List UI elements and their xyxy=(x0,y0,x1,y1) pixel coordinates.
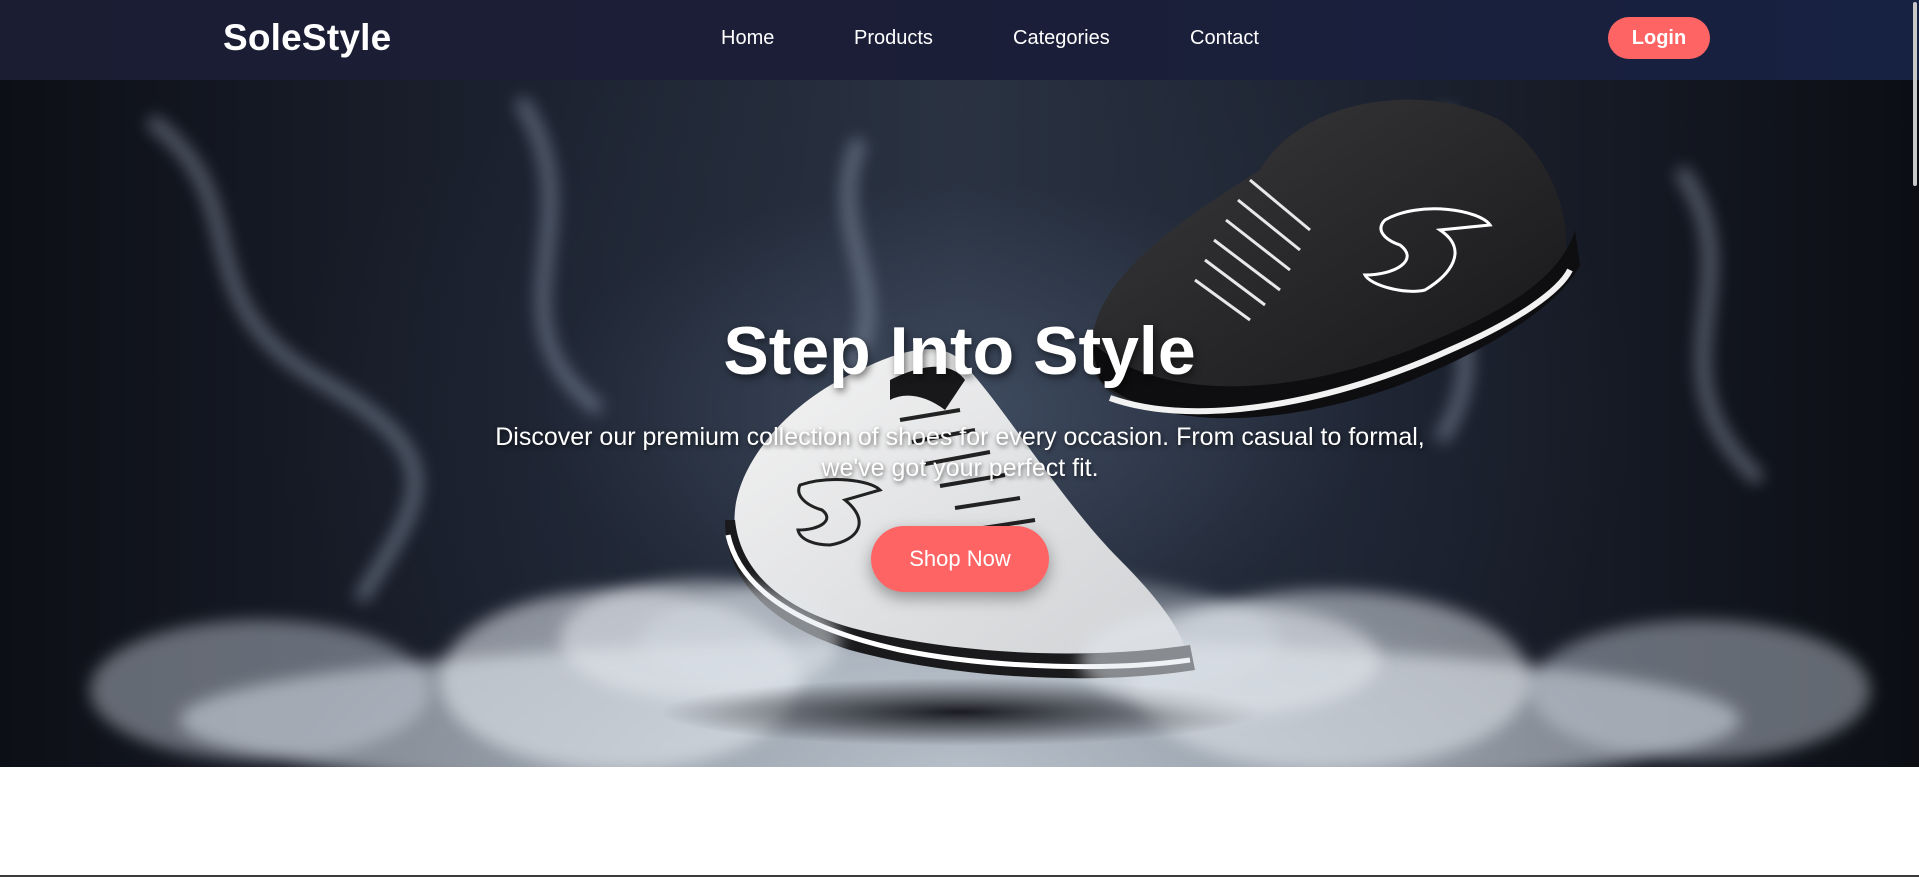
nav-link-contact[interactable]: Contact xyxy=(1190,27,1259,50)
nav-link-categories[interactable]: Categories xyxy=(1013,27,1110,50)
nav-link-home[interactable]: Home xyxy=(721,27,774,50)
hero-section: Step Into Style Discover our premium col… xyxy=(0,80,1919,767)
hero-subtitle: Discover our premium collection of shoes… xyxy=(495,423,1425,482)
nav-link-products[interactable]: Products xyxy=(854,27,933,50)
scrollbar-thumb[interactable] xyxy=(1913,2,1917,186)
top-navbar: SoleStyle Home Products Categories Conta… xyxy=(0,0,1919,80)
shop-now-button[interactable]: Shop Now xyxy=(871,526,1049,592)
content-area xyxy=(0,767,1919,877)
hero-title: Step Into Style xyxy=(723,313,1196,389)
login-button[interactable]: Login xyxy=(1608,17,1710,59)
